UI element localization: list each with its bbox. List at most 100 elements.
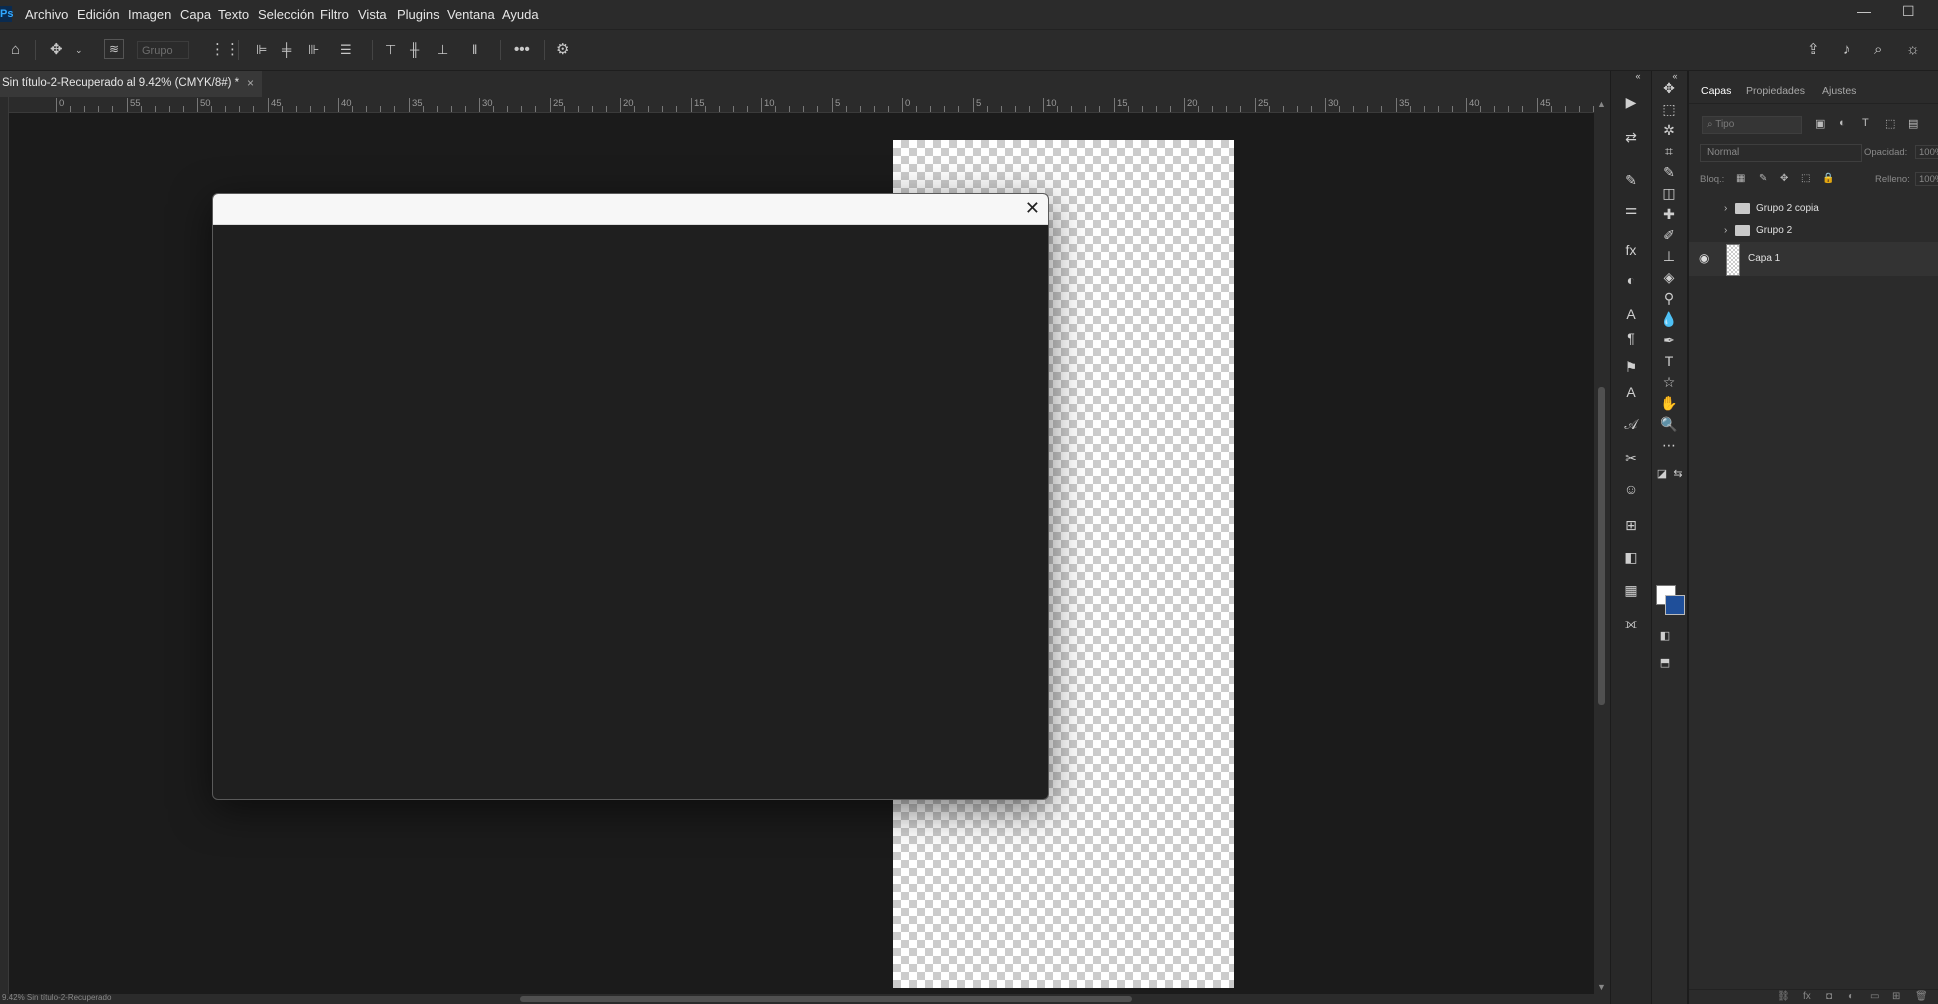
- swap-colors-icon[interactable]: ⇆: [1670, 463, 1686, 485]
- panel-strip-icon[interactable]: 𝒜: [1616, 413, 1646, 435]
- new-layer-icon[interactable]: ⊞: [1892, 991, 1900, 1002]
- menu-edicion[interactable]: Edición: [77, 7, 120, 22]
- shape-tool-icon[interactable]: ☆: [1654, 371, 1684, 393]
- adjustment-layer-icon[interactable]: ◐: [1848, 991, 1854, 1002]
- panel-strip-icon[interactable]: A: [1616, 303, 1646, 325]
- dodge-tool-icon[interactable]: ⚲: [1654, 287, 1684, 309]
- link-layers-icon[interactable]: ⛓: [1777, 991, 1790, 1002]
- more-tools-icon[interactable]: ⋯: [1654, 434, 1684, 456]
- chevron-down-icon[interactable]: ⌄: [75, 40, 83, 60]
- move-tool-icon[interactable]: ✥: [1654, 77, 1684, 99]
- panel-strip-icon[interactable]: ⊞: [1616, 514, 1646, 536]
- marquee-tool-icon[interactable]: ⬚: [1654, 98, 1684, 120]
- more-icon[interactable]: •••: [514, 40, 530, 60]
- lock-artboard-icon[interactable]: ⬚: [1801, 173, 1810, 184]
- bell-icon[interactable]: ♪: [1843, 40, 1851, 60]
- scroll-down-icon[interactable]: ▼: [1597, 982, 1606, 992]
- panel-strip-icon[interactable]: ◐: [1616, 269, 1646, 291]
- horizontal-scrollbar-thumb[interactable]: [520, 996, 1132, 1002]
- menu-plugins[interactable]: Plugins: [397, 7, 440, 22]
- blend-mode-select[interactable]: Normal: [1700, 144, 1862, 162]
- panel-strip-icon[interactable]: ⚑: [1616, 356, 1646, 378]
- menu-imagen[interactable]: Imagen: [128, 7, 171, 22]
- panel-strip-icon[interactable]: ⟗: [1616, 612, 1646, 634]
- pen-tool-icon[interactable]: ✒: [1654, 329, 1684, 351]
- menu-ayuda[interactable]: Ayuda: [502, 7, 539, 22]
- expand-chevron-icon[interactable]: ›: [1724, 203, 1727, 214]
- adjustment-filter-icon[interactable]: ◐: [1839, 117, 1846, 129]
- hand-tool-icon[interactable]: ✋: [1654, 392, 1684, 414]
- panel-strip-icon[interactable]: ✎: [1616, 169, 1646, 191]
- scrollbar-thumb[interactable]: [1598, 387, 1605, 705]
- panel-strip-icon[interactable]: ▦: [1616, 579, 1646, 601]
- menu-seleccion[interactable]: Selección: [258, 7, 314, 22]
- align-left-icon[interactable]: ⊫: [256, 40, 267, 60]
- fx-icon[interactable]: fx: [1803, 991, 1811, 1002]
- panel-strip-icon[interactable]: ◧: [1616, 546, 1646, 568]
- lightbulb-icon[interactable]: ☼: [1906, 40, 1920, 60]
- quick-mask-icon[interactable]: ◧: [1657, 625, 1673, 647]
- align-middle-icon[interactable]: ╫: [410, 40, 419, 60]
- image-filter-icon[interactable]: ▣: [1815, 117, 1825, 130]
- panel-strip-icon[interactable]: A: [1616, 381, 1646, 403]
- lock-position-icon[interactable]: ✥: [1780, 173, 1788, 184]
- distribute-vertical-icon[interactable]: ‖: [472, 40, 477, 60]
- default-colors-icon[interactable]: ◪: [1654, 463, 1670, 485]
- magic-wand-icon[interactable]: ✲: [1654, 119, 1684, 141]
- share-icon[interactable]: ⇪: [1807, 40, 1820, 60]
- fill-input[interactable]: 100%: [1915, 172, 1938, 186]
- layer-row[interactable]: › Grupo 2: [1689, 220, 1938, 242]
- auto-select-dropdown[interactable]: Grupo: [137, 41, 189, 59]
- menu-filtro[interactable]: Filtro: [320, 7, 349, 22]
- document-tab[interactable]: Sin título-2-Recuperado al 9.42% (CMYK/8…: [0, 71, 262, 97]
- blur-tool-icon[interactable]: 💧: [1654, 308, 1684, 330]
- panel-strip-icon[interactable]: ⇄: [1616, 126, 1646, 148]
- panel-strip-icon[interactable]: ⚌: [1616, 198, 1646, 220]
- brush-tool-icon[interactable]: ✐: [1654, 224, 1684, 246]
- panel-strip-icon[interactable]: ☺: [1616, 478, 1646, 500]
- tab-ajustes[interactable]: Ajustes: [1822, 85, 1856, 97]
- layer-select-icon[interactable]: ≋: [104, 39, 124, 59]
- crop-tool-icon[interactable]: ⌗: [1654, 140, 1684, 162]
- eyedropper-icon[interactable]: ✎: [1654, 161, 1684, 183]
- add-mask-icon[interactable]: ◘: [1826, 991, 1832, 1002]
- layer-row[interactable]: › Grupo 2 copia: [1689, 198, 1938, 220]
- tab-capas[interactable]: Capas: [1701, 85, 1731, 97]
- layer-filter-select[interactable]: ⌕ Tipo: [1702, 116, 1802, 134]
- tab-propiedades[interactable]: Propiedades: [1746, 85, 1805, 97]
- menu-archivo[interactable]: Archivo: [25, 7, 68, 22]
- close-icon[interactable]: ×: [247, 76, 254, 90]
- settings-icon[interactable]: ⚙: [556, 40, 569, 60]
- move-tool-icon[interactable]: ✥: [50, 40, 63, 60]
- panel-strip-icon[interactable]: fx: [1616, 239, 1646, 261]
- visibility-toggle[interactable]: [1700, 203, 1712, 215]
- lock-all-icon[interactable]: 🔒: [1822, 173, 1834, 184]
- delete-layer-icon[interactable]: 🗑: [1915, 991, 1928, 1002]
- collapse-panels-icon[interactable]: «: [1631, 65, 1645, 87]
- layer-row-selected[interactable]: ◉ Capa 1: [1689, 242, 1938, 276]
- smart-object-filter-icon[interactable]: ▤: [1908, 117, 1918, 130]
- healing-brush-icon[interactable]: ✚: [1654, 203, 1684, 225]
- maximize-button[interactable]: ☐: [1902, 3, 1915, 20]
- close-icon[interactable]: ✕: [1025, 197, 1040, 219]
- search-icon[interactable]: ⌕: [1874, 40, 1882, 60]
- panel-strip-icon[interactable]: ▶: [1616, 91, 1646, 113]
- transform-grid-icon[interactable]: ⋮⋮: [210, 40, 240, 60]
- expand-chevron-icon[interactable]: ›: [1724, 225, 1727, 236]
- eraser-icon[interactable]: ◫: [1654, 182, 1684, 204]
- paint-bucket-icon[interactable]: ◈: [1654, 266, 1684, 288]
- eye-icon[interactable]: ◉: [1699, 251, 1709, 265]
- new-group-icon[interactable]: ▭: [1870, 991, 1879, 1002]
- vertical-scrollbar[interactable]: ▲ ▼: [1594, 97, 1610, 994]
- lock-transparency-icon[interactable]: ▦: [1736, 173, 1745, 184]
- background-color-swatch[interactable]: [1665, 595, 1685, 615]
- opacity-input[interactable]: 100%: [1915, 145, 1938, 159]
- panel-strip-icon[interactable]: ¶: [1616, 327, 1646, 349]
- minimize-button[interactable]: —: [1857, 3, 1871, 19]
- align-right-icon[interactable]: ⊪: [308, 40, 319, 60]
- dialog-titlebar[interactable]: ✕: [213, 194, 1048, 225]
- home-icon[interactable]: ⌂: [11, 40, 20, 60]
- align-top-icon[interactable]: ⊤: [385, 40, 396, 60]
- scroll-up-icon[interactable]: ▲: [1597, 99, 1606, 109]
- align-bottom-icon[interactable]: ⊥: [437, 40, 448, 60]
